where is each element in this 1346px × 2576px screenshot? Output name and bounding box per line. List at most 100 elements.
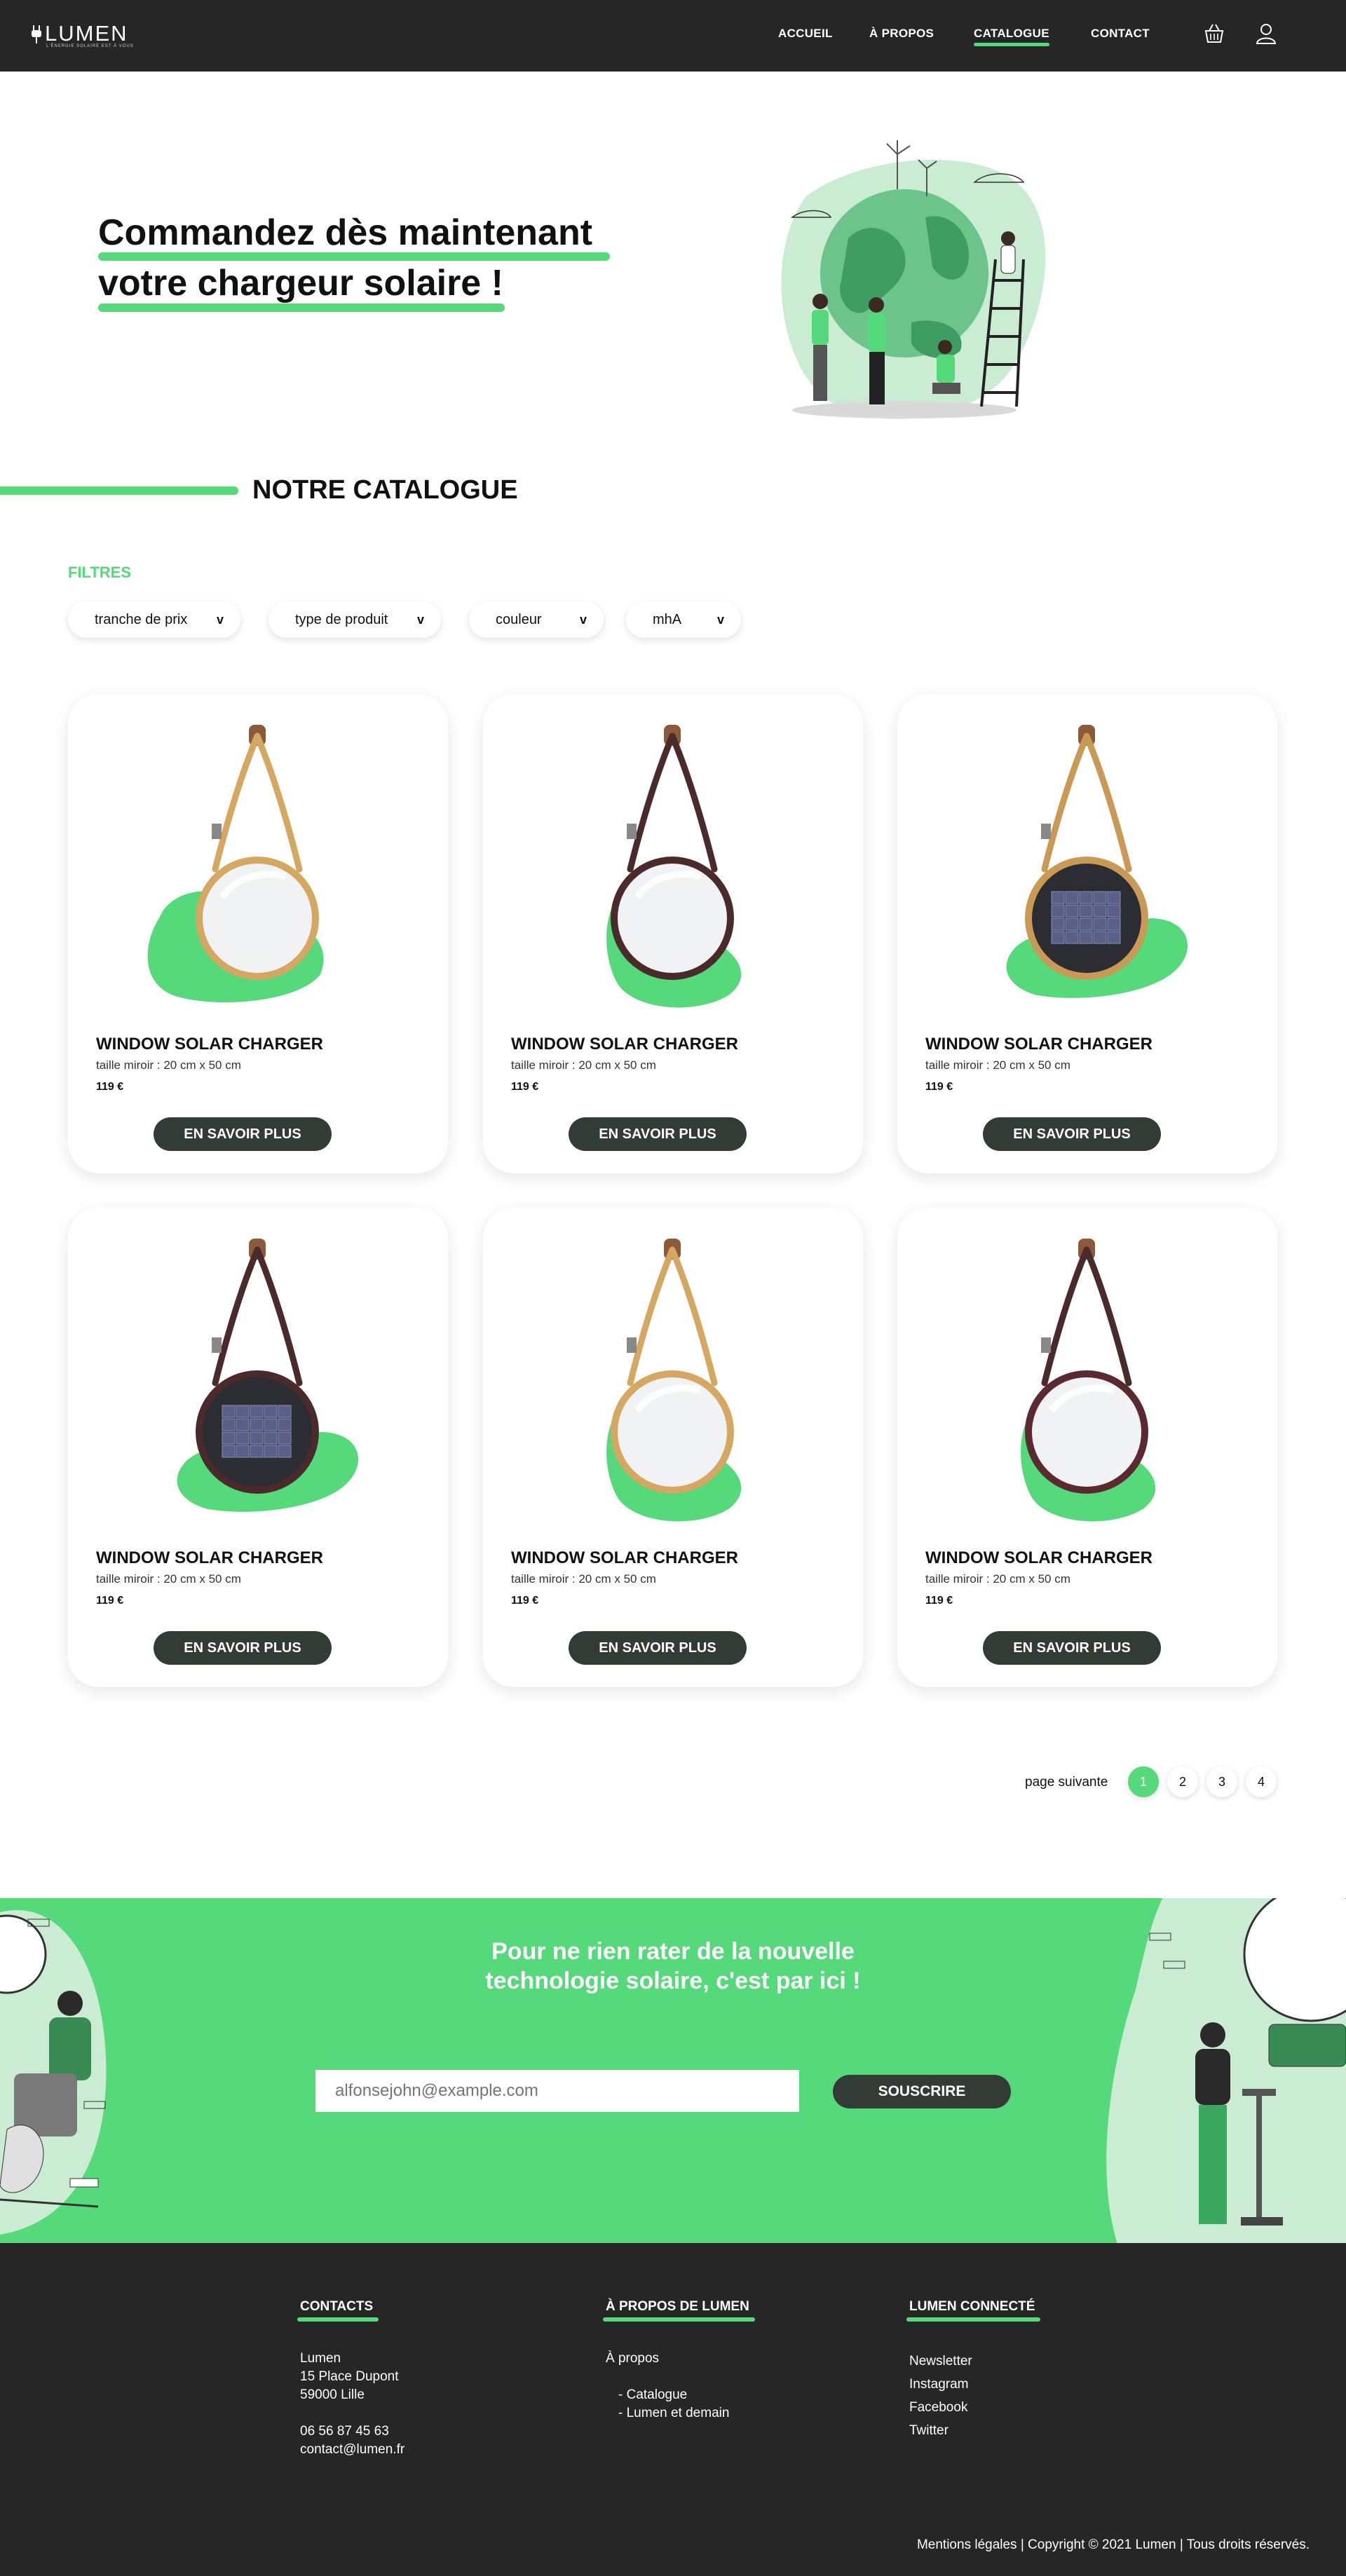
email-field[interactable] <box>315 2070 799 2112</box>
catalogue-title: NOTRE CATALOGUE <box>252 475 518 505</box>
footer-link-lumen-et-demain[interactable]: - Lumen et demain <box>618 2404 749 2422</box>
subscribe-button[interactable]: SOUSCRIRE <box>833 2075 1011 2108</box>
solar-cell <box>278 1418 292 1431</box>
solar-cell <box>236 1431 250 1445</box>
filter-color[interactable]: couleur v <box>469 601 604 638</box>
learn-more-button[interactable]: EN SAVOIR PLUS <box>154 1117 332 1151</box>
hero-title: Commandez dès maintenant votre chargeur … <box>98 207 592 308</box>
nav-link-accueil[interactable]: ACCUEIL <box>778 27 833 41</box>
nav-link-catalogue[interactable]: CATALOGUE <box>974 27 1049 46</box>
product-image <box>1021 1239 1156 1522</box>
contact-details: 06 56 87 45 63 contact@lumen.fr <box>300 2422 405 2459</box>
solar-cell <box>264 1431 278 1445</box>
solar-cell <box>222 1445 236 1458</box>
strap-buckle <box>212 824 222 839</box>
heading-underline <box>603 2317 755 2322</box>
learn-more-button[interactable]: EN SAVOIR PLUS <box>569 1631 747 1665</box>
footer-link-newsletter[interactable]: Newsletter <box>909 2350 1035 2373</box>
strap-buckle <box>1041 1337 1051 1353</box>
chevron-down-icon: v <box>216 613 224 627</box>
footer-link-catalogue[interactable]: - Catalogue <box>618 2386 749 2404</box>
mirror-strap-left <box>627 1246 676 1386</box>
learn-more-button[interactable]: EN SAVOIR PLUS <box>983 1631 1161 1665</box>
filter-label: mhA <box>653 612 682 627</box>
solar-cell <box>264 1418 278 1431</box>
nav-link-a-propos[interactable]: À PROPOS <box>869 27 934 41</box>
product-price: 119 € <box>511 1081 539 1093</box>
basket-icon[interactable] <box>1202 21 1227 46</box>
learn-more-button[interactable]: EN SAVOIR PLUS <box>983 1117 1161 1151</box>
page-button-3[interactable]: 3 <box>1206 1766 1237 1797</box>
user-icon[interactable] <box>1253 21 1279 46</box>
solar-cell <box>1093 931 1107 944</box>
product-card[interactable]: WINDOW SOLAR CHARGER taille miroir : 20 … <box>68 694 448 1173</box>
product-price: 119 € <box>96 1081 124 1093</box>
solar-cell <box>1093 918 1107 931</box>
strap-buckle <box>1041 824 1051 839</box>
filters-label: FILTRES <box>68 564 132 581</box>
solar-cell <box>1107 904 1121 918</box>
footer-link-facebook[interactable]: Facebook <box>909 2396 1035 2419</box>
product-description: taille miroir : 20 cm x 50 cm <box>925 1058 1070 1072</box>
mirror-glass <box>1032 1377 1141 1487</box>
filter-price-range[interactable]: tranche de prix v <box>68 601 240 638</box>
hero-illustration <box>781 140 1046 419</box>
footer-connected: LUMEN CONNECTÉ Newsletter Instagram Face… <box>906 2299 1041 2442</box>
contact-address: Lumen 15 Place Dupont 59000 Lille <box>300 2350 405 2404</box>
product-card[interactable]: WINDOW SOLAR CHARGER taille miroir : 20 … <box>483 694 863 1173</box>
filter-label: tranche de prix <box>95 612 188 627</box>
mirror-strap-right <box>669 732 718 873</box>
contact-line: 15 Place Dupont <box>300 2369 399 2384</box>
product-image <box>147 725 324 1002</box>
solar-cell <box>1079 891 1093 904</box>
footer-link-twitter[interactable]: Twitter <box>909 2419 1035 2442</box>
mirror-strap-right <box>254 1246 303 1386</box>
mirror-strap-right <box>254 732 303 873</box>
product-title: WINDOW SOLAR CHARGER <box>925 1035 1153 1054</box>
solar-cell <box>1079 931 1093 944</box>
filter-mha[interactable]: mhA v <box>626 601 741 638</box>
footer-contacts: CONTACTS Lumen 15 Place Dupont 59000 Lil… <box>297 2299 405 2459</box>
solar-cell <box>1065 931 1079 944</box>
footer-link-instagram[interactable]: Instagram <box>909 2373 1035 2396</box>
contact-phone[interactable]: 06 56 87 45 63 <box>300 2422 405 2441</box>
learn-more-button[interactable]: EN SAVOIR PLUS <box>569 1117 747 1151</box>
product-card[interactable]: WINDOW SOLAR CHARGER taille miroir : 20 … <box>897 694 1277 1173</box>
page-button-2[interactable]: 2 <box>1167 1766 1198 1797</box>
solar-cell <box>250 1418 264 1431</box>
page-button-4[interactable]: 4 <box>1246 1766 1277 1797</box>
logo-tagline: L'ÉNERGIE SOLAIRE EST À VOUS <box>46 44 134 48</box>
solar-cell <box>250 1445 264 1458</box>
product-image <box>1006 725 1188 998</box>
product-card[interactable]: WINDOW SOLAR CHARGER taille miroir : 20 … <box>897 1208 1277 1687</box>
plug-icon <box>32 25 41 43</box>
product-card[interactable]: WINDOW SOLAR CHARGER taille miroir : 20 … <box>483 1208 863 1687</box>
catalogue-title-bar <box>0 486 238 495</box>
page-button-1[interactable]: 1 <box>1128 1766 1159 1797</box>
solar-cell <box>236 1405 250 1418</box>
hero-title-line-1: Commandez dès maintenant <box>98 212 593 253</box>
lumen-logo[interactable]: LUMEN L'ÉNERGIE SOLAIRE EST À VOUS <box>31 21 143 50</box>
mirror-strap-left <box>212 1246 261 1386</box>
solar-cell <box>1051 918 1065 931</box>
learn-more-button[interactable]: EN SAVOIR PLUS <box>154 1631 332 1665</box>
product-title: WINDOW SOLAR CHARGER <box>96 1035 323 1054</box>
footer-heading-text: CONTACTS <box>300 2299 374 2314</box>
solar-cell <box>1065 904 1079 918</box>
strap-buckle <box>212 1337 222 1353</box>
footer-link-a-propos[interactable]: À propos <box>606 2350 749 2368</box>
mirror-strap-left <box>1041 1246 1090 1386</box>
nav-link-contact[interactable]: CONTACT <box>1091 27 1150 41</box>
product-image <box>177 1239 359 1512</box>
contact-email[interactable]: contact@lumen.fr <box>300 2441 405 2459</box>
product-card[interactable]: WINDOW SOLAR CHARGER taille miroir : 20 … <box>68 1208 448 1687</box>
product-title: WINDOW SOLAR CHARGER <box>511 1548 738 1567</box>
filter-product-type[interactable]: type de produit v <box>268 601 441 638</box>
heading-underline <box>906 2317 1041 2322</box>
next-page-label[interactable]: page suivante <box>1025 1775 1108 1790</box>
product-description: taille miroir : 20 cm x 50 cm <box>511 1058 656 1072</box>
solar-cell <box>1065 891 1079 904</box>
solar-cell <box>1051 891 1065 904</box>
copyright-text[interactable]: Mentions légales | Copyright © 2021 Lume… <box>917 2537 1310 2553</box>
product-description: taille miroir : 20 cm x 50 cm <box>96 1058 241 1072</box>
